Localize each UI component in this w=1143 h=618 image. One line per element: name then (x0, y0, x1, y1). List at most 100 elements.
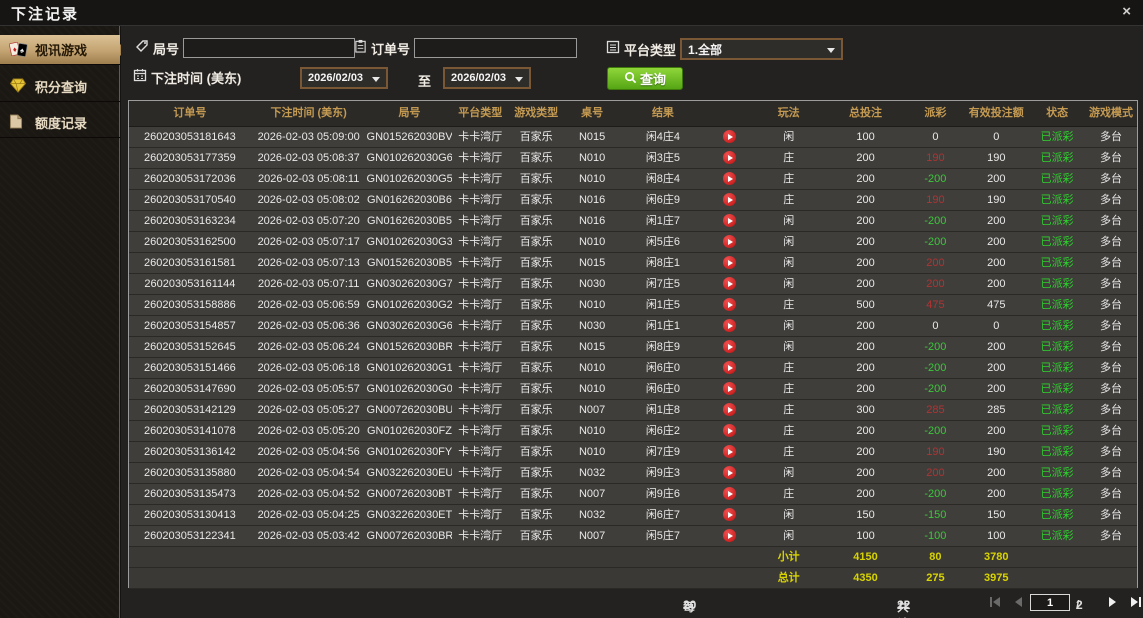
cell-bet-time: 2026-02-03 05:06:24 (257, 341, 360, 353)
col-header-game-type: 游戏类型 (514, 107, 559, 119)
cell-play: 庄 (783, 194, 795, 206)
cell-replay (706, 148, 754, 168)
play-video-icon[interactable] (723, 193, 737, 206)
chevron-down-icon (827, 48, 836, 53)
cell-platform: 卡卡湾厅 (458, 341, 503, 353)
cell-result: 闲6庄2 (645, 425, 681, 437)
cell-round-no: GN015262030BR (366, 341, 453, 353)
cell-payout: -200 (924, 236, 947, 248)
first-page-icon[interactable] (987, 595, 1003, 609)
play-video-icon[interactable] (723, 403, 737, 416)
cell-mode: 多台 (1100, 320, 1123, 332)
cell-replay (706, 505, 754, 525)
play-video-icon[interactable] (723, 361, 737, 374)
cell-bet-time: 2026-02-03 05:06:18 (257, 362, 360, 374)
cell-total-bet: 300 (856, 404, 875, 416)
sidebar-item-points-query[interactable]: 积分查询 (0, 72, 120, 102)
cell-total-bet: 200 (856, 152, 875, 164)
play-video-icon[interactable] (723, 235, 737, 248)
play-video-icon[interactable] (723, 508, 737, 521)
cell-replay (706, 232, 754, 252)
cell-payout: -200 (924, 341, 947, 353)
cell-result: 闲1庄8 (645, 404, 681, 416)
play-video-icon[interactable] (723, 214, 737, 227)
play-video-icon[interactable] (723, 487, 737, 500)
close-icon[interactable]: × (1122, 3, 1131, 21)
cell-platform: 卡卡湾厅 (458, 509, 503, 521)
cell-platform: 卡卡湾厅 (458, 257, 503, 269)
subtotal-label: 小计 (777, 551, 800, 563)
order-number-input[interactable] (414, 38, 578, 58)
cell-order-no: 260203053135880 (144, 467, 236, 479)
cell-payout: 190 (926, 152, 945, 164)
cell-replay (706, 295, 754, 315)
round-filter-group: 局号 (135, 38, 356, 58)
cell-valid-bet: 200 (987, 341, 1006, 353)
platform-type-label: 平台类型 (624, 42, 677, 58)
cell-status: 已派彩 (1040, 152, 1074, 164)
next-page-icon[interactable] (1105, 595, 1121, 609)
cell-result: 闲4庄4 (645, 131, 681, 143)
total-valid-bet: 3975 (984, 572, 1009, 584)
sidebar-item-video-games[interactable]: ♦ ♠ 视讯游戏 (0, 35, 126, 65)
search-button[interactable]: 查询 (607, 67, 683, 90)
play-video-icon[interactable] (723, 424, 737, 437)
cell-platform: 卡卡湾厅 (458, 425, 503, 437)
play-video-icon[interactable] (723, 340, 737, 353)
cell-order-no: 260203053181643 (144, 131, 236, 143)
cell-play: 闲 (783, 509, 795, 521)
page-number-input[interactable] (1030, 594, 1070, 611)
cell-total-bet: 200 (856, 425, 875, 437)
date-from-select[interactable]: 2026/02/03 (300, 67, 388, 89)
cell-mode: 多台 (1100, 488, 1123, 500)
play-video-icon[interactable] (723, 130, 737, 143)
cell-table-no: N010 (578, 446, 606, 458)
cell-total-bet: 200 (856, 320, 875, 332)
cell-platform: 卡卡湾厅 (458, 488, 503, 500)
cell-replay (706, 463, 754, 483)
play-video-icon[interactable] (723, 172, 737, 185)
prev-page-icon[interactable] (1010, 595, 1026, 609)
cell-round-no: GN032262030EU (366, 467, 453, 479)
cell-table-no: N016 (578, 194, 606, 206)
cell-status: 已派彩 (1040, 236, 1074, 248)
play-video-icon[interactable] (723, 151, 737, 164)
cell-play: 闲 (783, 278, 795, 290)
play-video-icon[interactable] (723, 277, 737, 290)
platform-type-select[interactable]: 1.全部 (680, 38, 844, 60)
cell-play: 闲 (783, 320, 795, 332)
play-video-icon[interactable] (723, 298, 737, 311)
tag-icon (135, 39, 149, 58)
play-video-icon[interactable] (723, 529, 737, 542)
cell-status: 已派彩 (1040, 278, 1074, 290)
cell-play: 闲 (783, 467, 795, 479)
table-row: 260203053158886 2026-02-03 05:06:59 GN01… (129, 295, 1137, 316)
table-row: 260203053163234 2026-02-03 05:07:20 GN01… (129, 211, 1137, 232)
round-number-input[interactable] (183, 38, 356, 58)
cell-order-no: 260203053163234 (144, 215, 236, 227)
cell-round-no: GN030262030G7 (366, 278, 453, 290)
table-row: 260203053147690 2026-02-03 05:05:57 GN01… (129, 379, 1137, 400)
col-header-platform: 平台类型 (458, 107, 503, 119)
cell-valid-bet: 190 (987, 446, 1006, 458)
table-row: 260203053162500 2026-02-03 05:07:17 GN01… (129, 232, 1137, 253)
cell-status: 已派彩 (1040, 257, 1074, 269)
cell-result: 闲9庄3 (645, 467, 681, 479)
play-video-icon[interactable] (723, 445, 737, 458)
play-video-icon[interactable] (723, 256, 737, 269)
play-video-icon[interactable] (723, 319, 737, 332)
cell-game-type: 百家乐 (519, 488, 553, 500)
play-video-icon[interactable] (723, 382, 737, 395)
sidebar-item-quota-records[interactable]: 额度记录 (0, 108, 120, 138)
cell-round-no: GN015262030B5 (366, 257, 452, 269)
cell-play: 闲 (783, 341, 795, 353)
date-to-select[interactable]: 2026/02/03 (443, 67, 531, 89)
last-page-icon[interactable] (1128, 595, 1143, 609)
col-header-payout: 派彩 (924, 107, 947, 119)
cell-round-no: GN007262030BT (366, 488, 453, 500)
cell-total-bet: 200 (856, 383, 875, 395)
order-filter-group: 订单号 (354, 38, 578, 58)
cell-round-no: GN010262030G1 (366, 362, 453, 374)
cell-game-type: 百家乐 (519, 383, 553, 395)
play-video-icon[interactable] (723, 466, 737, 479)
